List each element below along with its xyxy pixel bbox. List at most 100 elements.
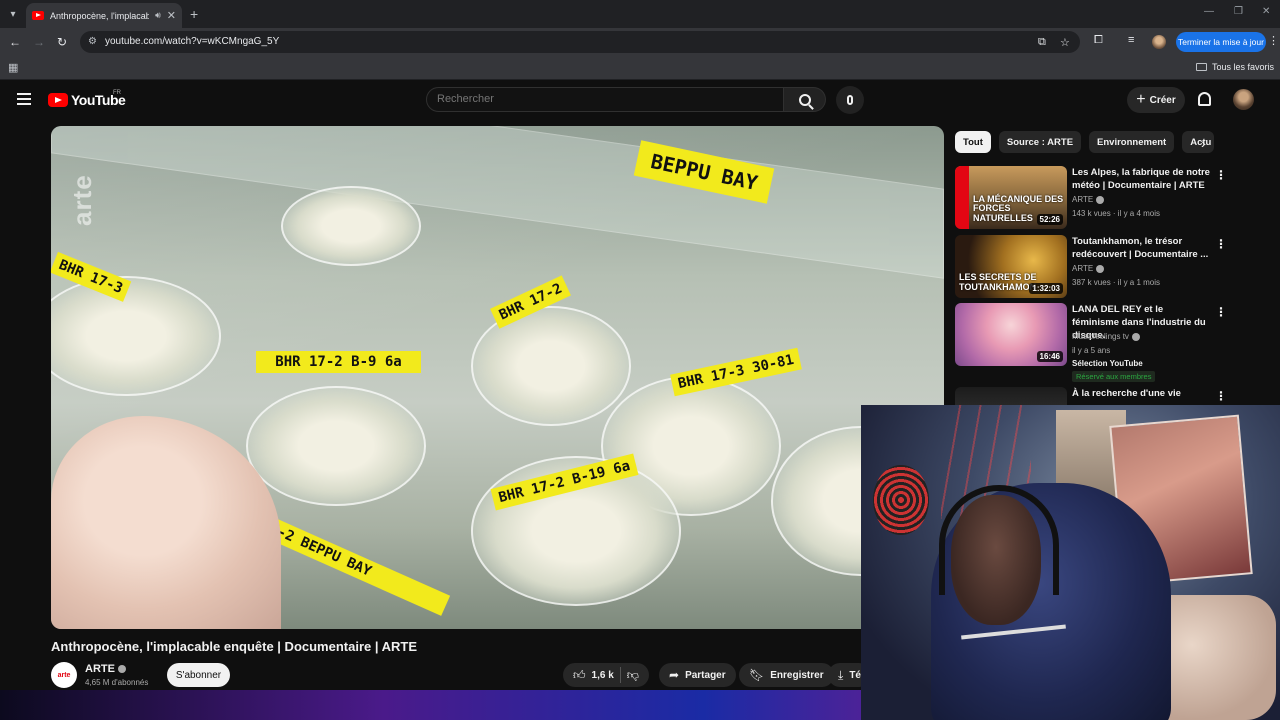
more-options-icon[interactable]: ⋮	[1215, 389, 1227, 403]
back-icon[interactable]: ←	[9, 35, 21, 49]
channel-name-text: ARTE	[85, 663, 115, 675]
youtube-selection-label: Sélection YouTube	[1072, 359, 1143, 368]
recommendation-item[interactable]: 16:46 LANA DEL REY et le féminisme dans …	[955, 303, 1275, 383]
channel-text: Musicfeelings tv	[1072, 332, 1129, 341]
minimize-icon[interactable]: —	[1204, 6, 1214, 17]
close-window-icon[interactable]: ✕	[1262, 6, 1270, 17]
restore-icon[interactable]: ❐	[1234, 6, 1243, 17]
chip-news[interactable]: Actu	[1182, 131, 1215, 153]
recommendation-meta: il y a 5 ans	[1072, 346, 1111, 355]
create-button[interactable]: + Créer	[1127, 87, 1185, 113]
folder-icon	[1195, 63, 1207, 71]
create-label: Créer	[1149, 94, 1176, 106]
video-player[interactable]: BEPPU BAY BHR 17-2 B-9 6a BHR 17-3 30-81…	[51, 126, 944, 629]
speaker-icon[interactable]: 🔊︎	[155, 10, 161, 21]
recommendation-item[interactable]: À la recherche d'une vie ⋮	[955, 387, 1275, 405]
menu-icon[interactable]	[17, 93, 31, 105]
thumbs-up-icon[interactable]: 👍︎	[573, 668, 586, 683]
petri-dish	[281, 186, 421, 266]
bookmark-star-icon[interactable]: ☆	[1060, 36, 1070, 49]
plus-icon: +	[1136, 91, 1146, 108]
tab-search-icon[interactable]: ▾	[4, 5, 22, 23]
forward-icon[interactable]: →	[33, 35, 45, 49]
omnibox[interactable]: ⚙ youtube.com/watch?v=wKCMngaG_5Y ⧉ ☆	[80, 31, 1080, 53]
recommendation-title[interactable]: À la recherche d'une vie	[1072, 387, 1212, 400]
address-bar: ← → ↻ ⚙ youtube.com/watch?v=wKCMngaG_5Y …	[0, 28, 1280, 56]
video-title: Anthropocène, l'implacable enquête | Doc…	[51, 639, 418, 654]
divider	[619, 667, 621, 683]
members-only-badge: Réservé aux membres	[1072, 371, 1156, 382]
more-options-icon[interactable]: ⋮	[1215, 168, 1227, 182]
youtube-favicon-icon	[32, 11, 44, 20]
bookmarks-bar: ▦ Tous les favoris	[0, 56, 1280, 80]
thumbs-down-icon[interactable]: 👎︎	[627, 668, 639, 683]
more-options-icon[interactable]: ⋮	[1215, 305, 1227, 319]
browser-tab-bar: ▾ Anthropocène, l'implacable 🔊︎ ✕ + — ❐ …	[0, 0, 1280, 28]
new-tab-icon[interactable]: +	[190, 6, 198, 22]
chevron-right-icon[interactable]: ›	[1201, 135, 1206, 151]
country-code: FR	[113, 90, 121, 96]
recommendation-item[interactable]: LES SECRETS DE TOUTANKHAMON 1:32:03 Tout…	[955, 235, 1275, 299]
recommendation-item[interactable]: LA MÉCANIQUE DES FORCES NATURELLES 52:26…	[955, 166, 1275, 230]
media-controls-icon[interactable]: ≡	[1128, 34, 1134, 46]
voice-search-button[interactable]	[836, 86, 864, 114]
recommendation-channel[interactable]: Musicfeelings tv	[1072, 332, 1140, 341]
apps-grid-icon[interactable]: ▦	[8, 61, 18, 74]
like-count[interactable]: 1,6 k	[592, 670, 614, 681]
profile-icon[interactable]	[1152, 35, 1166, 49]
verified-icon	[117, 665, 126, 674]
chrome-menu-icon[interactable]: ⋮	[1268, 34, 1279, 47]
save-label: Enregistrer	[770, 669, 824, 681]
chip-environment[interactable]: Environnement	[1089, 131, 1175, 153]
channel-text: ARTE	[1072, 195, 1094, 204]
verified-icon	[1131, 332, 1140, 341]
close-tab-icon[interactable]: ✕	[167, 9, 176, 22]
account-avatar[interactable]	[1233, 89, 1254, 110]
recommendation-channel[interactable]: ARTE	[1072, 195, 1105, 204]
reload-icon[interactable]: ↻	[57, 35, 67, 49]
channel-text: ARTE	[1072, 264, 1094, 273]
chip-source-arte[interactable]: Source : ARTE	[998, 131, 1082, 153]
recommendation-title[interactable]: Les Alpes, la fabrique de notre météo | …	[1072, 166, 1212, 192]
channel-name[interactable]: ARTE	[85, 663, 126, 675]
arte-watermark: arte	[67, 174, 97, 226]
webcam-overlay	[861, 405, 1280, 720]
share-button[interactable]: ➦ Partager	[659, 663, 736, 687]
search-box[interactable]	[426, 87, 784, 112]
subscribe-button[interactable]: S'abonner	[167, 663, 230, 687]
wall-art	[873, 465, 929, 535]
save-button[interactable]: 🔖︎ Enregistrer	[739, 663, 834, 687]
video-thumbnail[interactable]: LES SECRETS DE TOUTANKHAMON 1:32:03	[955, 235, 1067, 298]
site-info-icon[interactable]: ⚙	[88, 36, 97, 47]
search-button[interactable]	[784, 87, 826, 112]
url-text[interactable]: youtube.com/watch?v=wKCMngaG_5Y	[105, 36, 279, 47]
notifications-bell-icon[interactable]	[1198, 92, 1211, 106]
filter-chips: Tout Source : ARTE Environnement Actu	[955, 131, 1215, 153]
recommendation-meta: 143 k vues · il y a 4 mois	[1072, 209, 1161, 218]
chip-all[interactable]: Tout	[955, 131, 991, 153]
channel-avatar[interactable]: arte	[51, 662, 77, 688]
share-icon: ➦	[669, 668, 680, 682]
recommendation-title[interactable]: Toutankhamon, le trésor redécouvert | Do…	[1072, 235, 1212, 261]
video-duration: 1:32:03	[1029, 283, 1063, 294]
video-thumbnail[interactable]	[955, 387, 1067, 405]
all-bookmarks-folder[interactable]: Tous les favoris	[1195, 62, 1274, 72]
recommendation-channel[interactable]: ARTE	[1072, 264, 1105, 273]
update-button[interactable]: Terminer la mise à jour	[1176, 32, 1266, 52]
browser-tab[interactable]: Anthropocène, l'implacable 🔊︎ ✕	[26, 3, 182, 28]
video-thumbnail[interactable]: LA MÉCANIQUE DES FORCES NATURELLES 52:26	[955, 166, 1067, 229]
petri-dish	[51, 276, 221, 396]
install-app-icon[interactable]: ⧉	[1038, 36, 1046, 49]
extensions-icon[interactable]: ⧠	[1094, 34, 1103, 47]
arte-logo-strip	[955, 166, 969, 229]
search-icon	[798, 93, 811, 106]
youtube-play-icon	[48, 93, 68, 107]
search-input[interactable]	[437, 93, 767, 105]
tab-title: Anthropocène, l'implacable	[50, 10, 150, 21]
verified-icon	[1096, 264, 1105, 273]
share-label: Partager	[685, 669, 726, 681]
petri-dish	[246, 386, 426, 506]
youtube-header: YouTube FR + Créer	[0, 80, 1280, 120]
video-thumbnail[interactable]: 16:46	[955, 303, 1067, 366]
more-options-icon[interactable]: ⋮	[1215, 237, 1227, 251]
